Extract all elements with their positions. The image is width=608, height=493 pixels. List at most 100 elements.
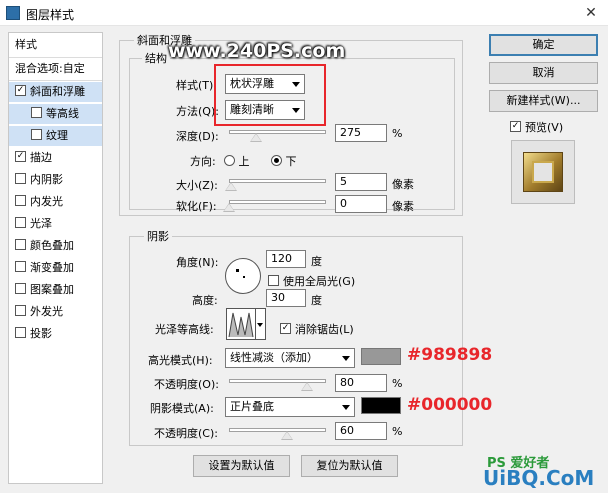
- angle-input[interactable]: 120: [266, 250, 306, 268]
- gloss-contour-dropdown[interactable]: [256, 308, 266, 340]
- window-title: 图层样式: [26, 8, 75, 22]
- preview-frame: [523, 152, 563, 192]
- style-item-checkbox[interactable]: [15, 195, 26, 206]
- contour-curve-icon: [228, 312, 254, 338]
- size-input[interactable]: 5: [335, 173, 387, 191]
- style-item[interactable]: 渐变叠加: [9, 258, 102, 278]
- chevron-down-icon: [342, 405, 350, 410]
- style-item-checkbox[interactable]: [15, 283, 26, 294]
- set-default-button[interactable]: 设置为默认值: [193, 455, 290, 477]
- direction-up-text: 上: [238, 155, 250, 168]
- style-item-label: 斜面和浮雕: [30, 85, 85, 98]
- shadow-mode-label: 阴影模式(A):: [150, 402, 214, 415]
- style-item-label: 颜色叠加: [30, 239, 74, 252]
- style-item-checkbox[interactable]: [31, 129, 42, 140]
- depth-slider-thumb[interactable]: [250, 133, 263, 142]
- close-button[interactable]: ✕: [574, 0, 608, 26]
- highlight-color-annotation: #989898: [407, 345, 493, 365]
- style-item-checkbox[interactable]: [15, 327, 26, 338]
- style-item[interactable]: 图案叠加: [9, 280, 102, 300]
- antialias-option[interactable]: 消除锯齿(L): [280, 321, 354, 337]
- style-item-label: 光泽: [30, 217, 52, 230]
- size-slider[interactable]: [229, 179, 326, 183]
- opacity1-label: 不透明度(O):: [154, 378, 219, 391]
- method-label: 方法(Q):: [176, 105, 219, 118]
- antialias-checkbox[interactable]: [280, 323, 291, 334]
- style-item-label: 等高线: [46, 107, 79, 120]
- altitude-unit: 度: [311, 294, 322, 307]
- highlight-opacity-thumb[interactable]: [300, 382, 313, 391]
- style-item[interactable]: 颜色叠加: [9, 236, 102, 256]
- highlight-opacity-input[interactable]: 80: [335, 374, 387, 392]
- depth-slider[interactable]: [229, 130, 326, 134]
- shadow-color-swatch[interactable]: [361, 397, 401, 414]
- style-item-checkbox[interactable]: [15, 217, 26, 228]
- altitude-input[interactable]: 30: [266, 289, 306, 307]
- style-item-checkbox[interactable]: [15, 239, 26, 250]
- size-label: 大小(Z):: [176, 179, 218, 192]
- shadow-opacity-thumb[interactable]: [281, 431, 294, 440]
- size-slider-thumb[interactable]: [224, 182, 237, 191]
- reset-default-button[interactable]: 复位为默认值: [301, 455, 398, 477]
- soften-slider-thumb[interactable]: [223, 203, 235, 212]
- direction-up-option[interactable]: 上: [224, 153, 250, 169]
- structure-title: 结构: [142, 50, 170, 66]
- depth-input[interactable]: 275: [335, 124, 387, 142]
- highlight-mode-select[interactable]: 线性减淡（添加）: [225, 348, 355, 368]
- style-item-label: 外发光: [30, 305, 63, 318]
- direction-down-option[interactable]: 下: [271, 153, 297, 169]
- angle-dial[interactable]: [225, 258, 261, 294]
- styles-heading[interactable]: 样式: [9, 35, 102, 55]
- style-item[interactable]: 光泽: [9, 214, 102, 234]
- direction-up-radio[interactable]: [224, 155, 235, 166]
- global-light-text: 使用全局光(G): [283, 275, 356, 288]
- preview-option[interactable]: 预览(V): [510, 119, 563, 135]
- style-item[interactable]: 斜面和浮雕: [9, 82, 102, 102]
- style-item-checkbox[interactable]: [15, 261, 26, 272]
- style-item-checkbox[interactable]: [15, 173, 26, 184]
- style-item-checkbox[interactable]: [15, 151, 26, 162]
- altitude-label: 高度:: [192, 294, 218, 307]
- blending-options[interactable]: 混合选项:自定: [9, 59, 102, 79]
- soften-slider[interactable]: [229, 200, 326, 204]
- soften-unit: 像素: [392, 200, 414, 213]
- watermark-top: www.240PS.com: [168, 40, 346, 62]
- style-item-label: 描边: [30, 151, 52, 164]
- title-bar: 图层样式 ✕: [0, 0, 608, 26]
- cancel-button[interactable]: 取消: [489, 62, 598, 84]
- depth-unit: %: [392, 127, 403, 140]
- highlight-color-swatch[interactable]: [361, 348, 401, 365]
- shadow-mode-select[interactable]: 正片叠底: [225, 397, 355, 417]
- shadow-opacity-input[interactable]: 60: [335, 422, 387, 440]
- global-light-checkbox[interactable]: [268, 275, 279, 286]
- gloss-contour-preview[interactable]: [226, 308, 256, 340]
- direction-down-radio[interactable]: [271, 155, 282, 166]
- shadow-opacity-unit: %: [392, 425, 403, 438]
- soften-label: 软化(F):: [176, 200, 217, 213]
- style-item[interactable]: 外发光: [9, 302, 102, 322]
- new-style-button[interactable]: 新建样式(W)...: [489, 90, 598, 112]
- highlight-mode-label: 高光模式(H):: [148, 354, 213, 367]
- preview-checkbox[interactable]: [510, 121, 521, 132]
- direction-label: 方向:: [190, 155, 216, 168]
- ok-button[interactable]: 确定: [489, 34, 598, 56]
- style-item-checkbox[interactable]: [31, 107, 42, 118]
- style-item[interactable]: 内阴影: [9, 170, 102, 190]
- style-item-checkbox[interactable]: [15, 305, 26, 316]
- style-item-checkbox[interactable]: [15, 85, 26, 96]
- style-preview-thumbnail: [511, 140, 575, 204]
- soften-input[interactable]: 0: [335, 195, 387, 213]
- style-item[interactable]: 纹理: [9, 126, 102, 146]
- style-item[interactable]: 投影: [9, 324, 102, 344]
- style-item-label: 纹理: [46, 129, 68, 142]
- chevron-down-icon: [342, 356, 350, 361]
- global-light-option[interactable]: 使用全局光(G): [268, 273, 355, 289]
- style-item-label: 内阴影: [30, 173, 63, 186]
- gloss-contour-label: 光泽等高线:: [155, 323, 214, 336]
- style-item[interactable]: 等高线: [9, 104, 102, 124]
- style-item-label: 图案叠加: [30, 283, 74, 296]
- shadow-opacity-slider[interactable]: [229, 428, 326, 432]
- style-item[interactable]: 描边: [9, 148, 102, 168]
- preview-frame-inner: [532, 161, 554, 183]
- style-item[interactable]: 内发光: [9, 192, 102, 212]
